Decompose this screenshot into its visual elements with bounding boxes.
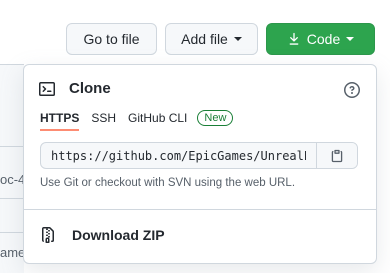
tab-https[interactable]: HTTPS [40,111,80,131]
file-zip-icon [40,227,56,243]
file-list-row-partial: ame [0,245,24,260]
add-file-label: Add file [181,31,228,47]
clone-url-input[interactable] [41,143,316,168]
tab-ssh[interactable]: SSH [91,111,116,131]
file-list-strip [0,64,24,273]
download-zip-button[interactable]: Download ZIP [40,227,165,243]
clone-title: Clone [69,80,111,97]
dropdown-divider [24,209,376,210]
chevron-down-icon [233,37,242,41]
download-zip-label: Download ZIP [72,227,165,243]
row-divider [0,232,24,233]
clone-url-group [40,142,358,169]
go-to-file-button[interactable]: Go to file [66,23,157,55]
copy-url-button[interactable] [316,143,357,168]
question-circle-icon[interactable] [344,82,360,98]
file-list-row-partial: oc-4 [0,172,24,187]
clone-hint-text: Use Git or checkout with SVN using the w… [40,177,296,189]
row-divider [0,146,24,147]
terminal-icon [39,81,55,97]
chevron-down-icon [346,37,355,41]
clone-header: Clone [39,80,111,97]
tab-github-cli[interactable]: GitHub CLI [128,111,187,131]
clone-dropdown-panel: Clone HTTPS SSH GitHub CLI New Use Git o… [23,64,377,264]
clone-protocol-tabs: HTTPS SSH GitHub CLI New [40,110,234,131]
clipboard-icon [330,149,344,163]
code-button[interactable]: Code [266,23,375,55]
row-divider [0,198,24,199]
add-file-button[interactable]: Add file [165,23,258,55]
new-badge: New [197,110,234,126]
go-to-file-label: Go to file [83,31,140,47]
code-label: Code [306,31,341,47]
download-icon [287,32,301,46]
